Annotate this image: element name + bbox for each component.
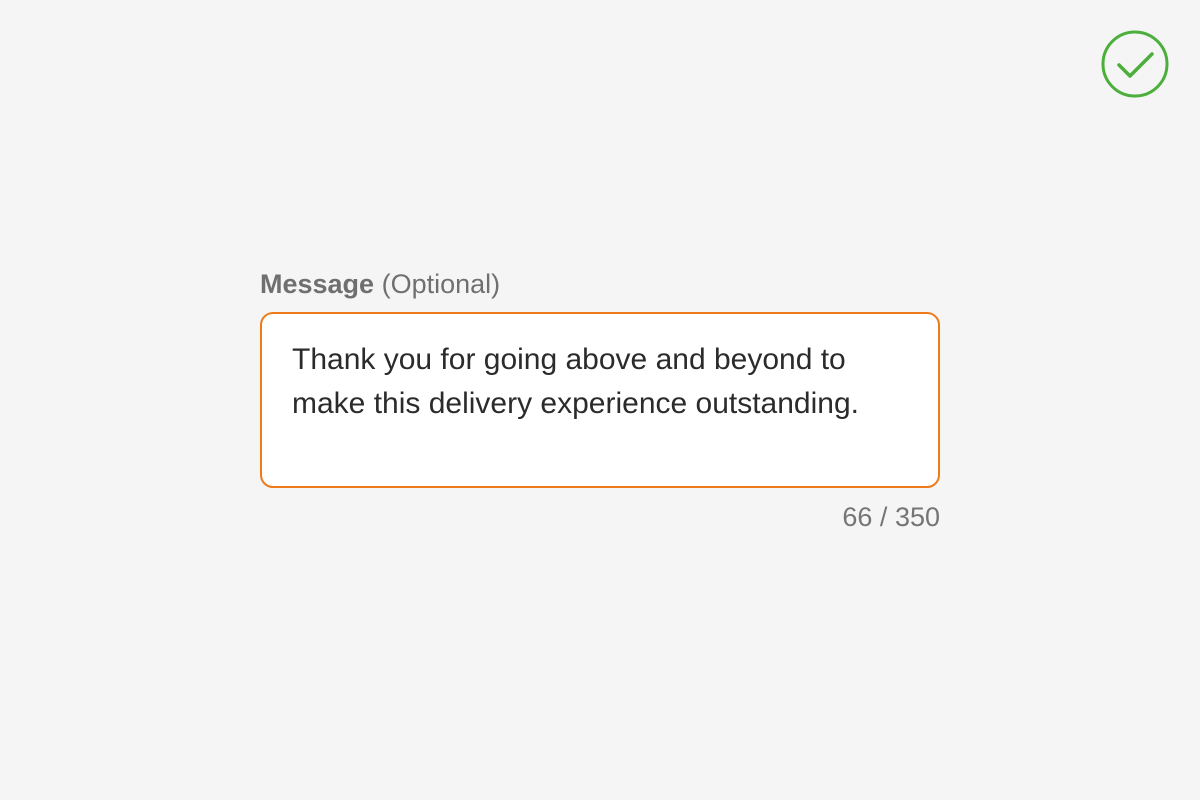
message-label-text: Message (260, 269, 375, 299)
character-count-max: 350 (894, 502, 940, 532)
character-count-separator: / (879, 502, 888, 532)
check-circle-icon-graphic (1101, 30, 1169, 98)
page: Message (Optional) Thank you for going a… (0, 0, 1200, 800)
message-field: Message (Optional) Thank you for going a… (260, 266, 940, 534)
optional-label: (Optional) (381, 269, 501, 299)
message-textarea[interactable]: Thank you for going above and beyond to … (260, 312, 940, 488)
message-label: Message (Optional) (260, 266, 940, 302)
check-circle-icon (1101, 30, 1169, 98)
character-count-current: 66 (842, 502, 873, 532)
character-counter: 66 / 350 (260, 500, 940, 534)
